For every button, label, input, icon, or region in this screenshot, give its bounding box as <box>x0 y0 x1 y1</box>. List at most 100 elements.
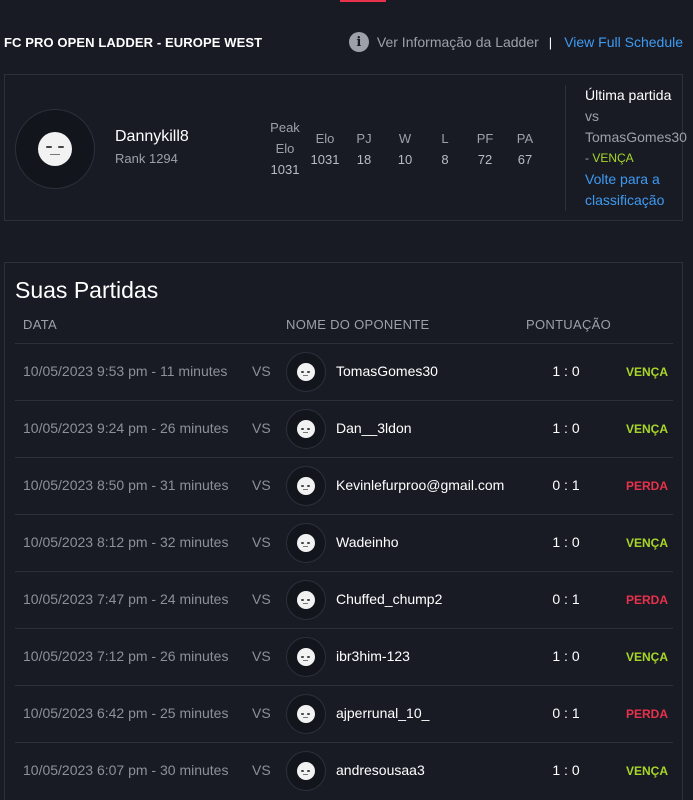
opponent-name[interactable]: Wadeinho <box>336 534 399 550</box>
opponent-name[interactable]: TomasGomes30 <box>336 363 438 379</box>
opponent-avatar[interactable] <box>286 751 326 791</box>
page-header: FC PRO OPEN LADDER - EUROPE WEST i Ver I… <box>4 30 683 54</box>
stat-w-label: W <box>398 131 412 146</box>
profile-divider <box>565 85 566 211</box>
info-icon[interactable]: i <box>348 32 369 52</box>
match-result-badge: VENÇA <box>626 764 669 778</box>
ladder-title: FC PRO OPEN LADDER - EUROPE WEST <box>4 34 263 50</box>
stat-pa-value: 67 <box>517 152 533 167</box>
match-date: 10/05/2023 9:24 pm - 26 minutes <box>23 420 229 436</box>
match-result-badge: PERDA <box>626 479 669 493</box>
opponent-avatar[interactable] <box>286 694 326 734</box>
opponent-name[interactable]: Chuffed_chump2 <box>336 591 442 607</box>
opponent-avatar[interactable] <box>286 580 326 620</box>
avatar-face-icon <box>297 534 315 552</box>
opponent-name[interactable]: ibr3him-123 <box>336 648 410 664</box>
stat-pj-label: PJ <box>356 131 372 146</box>
last-match-panel: Última partida vs TomasGomes30 - VENÇA V… <box>585 85 687 211</box>
stat-peak-elo-label-1: Peak <box>270 120 300 135</box>
match-vs-label: VS <box>252 591 271 607</box>
match-score: 1 : 0 <box>552 420 580 436</box>
stat-l-label: L <box>441 131 449 146</box>
match-vs-label: VS <box>252 762 271 778</box>
stat-peak-elo: Peak Elo 1031 <box>267 117 303 180</box>
match-date: 10/05/2023 8:12 pm - 32 minutes <box>23 534 229 550</box>
match-row[interactable]: 10/05/2023 8:50 pm - 31 minutes VS Kevin… <box>15 457 673 514</box>
column-header-date: DATA <box>23 317 57 332</box>
opponent-name[interactable]: andresousaa3 <box>336 762 425 778</box>
opponent-avatar[interactable] <box>286 637 326 677</box>
match-row[interactable]: 10/05/2023 6:42 pm - 25 minutes VS ajper… <box>15 685 673 742</box>
match-date: 10/05/2023 7:12 pm - 26 minutes <box>23 648 229 664</box>
match-row[interactable]: 10/05/2023 9:24 pm - 26 minutes VS Dan__… <box>15 400 673 457</box>
column-header-opponent: NOME DO OPONENTE <box>286 317 430 332</box>
avatar-face-icon <box>297 420 315 438</box>
avatar-face-icon <box>297 591 315 609</box>
stat-pa-label: PA <box>516 131 534 146</box>
avatar-face-icon <box>38 132 72 166</box>
back-to-standings-link[interactable]: Volte para a classificação <box>585 169 685 211</box>
match-score: 0 : 1 <box>552 477 580 493</box>
stat-pf-value: 72 <box>477 152 493 167</box>
match-vs-label: VS <box>252 648 271 664</box>
match-score: 1 : 0 <box>552 363 580 379</box>
match-row[interactable]: 10/05/2023 7:47 pm - 24 minutes VS Chuff… <box>15 571 673 628</box>
stat-w-value: 10 <box>397 152 413 167</box>
matches-card: Suas Partidas DATA NOME DO OPONENTE PONT… <box>4 262 683 800</box>
avatar-face-icon <box>297 762 315 780</box>
match-row[interactable]: 10/05/2023 7:12 pm - 26 minutes VS ibr3h… <box>15 628 673 685</box>
match-score: 0 : 1 <box>552 591 580 607</box>
player-name: Dannykill8 <box>115 128 189 145</box>
opponent-name[interactable]: Kevinlefurproo@gmail.com <box>336 477 504 493</box>
last-match-vs: vs <box>585 108 599 124</box>
stat-l: L 8 <box>430 128 460 170</box>
stat-elo-label: Elo <box>315 131 335 146</box>
match-result-badge: VENÇA <box>626 422 669 436</box>
column-header-score: PONTUAÇÃO <box>526 317 612 332</box>
avatar-face-icon <box>297 648 315 666</box>
opponent-name[interactable]: ajperrunal_10_ <box>336 705 429 721</box>
match-vs-label: VS <box>252 420 271 436</box>
match-score: 1 : 0 <box>552 534 580 550</box>
matches-list: 10/05/2023 9:53 pm - 11 minutes VS Tomas… <box>15 343 673 799</box>
match-result-badge: VENÇA <box>626 650 669 664</box>
match-result-badge: PERDA <box>626 593 669 607</box>
last-match-result-label: VENÇA <box>592 151 634 165</box>
match-row[interactable]: 10/05/2023 8:12 pm - 32 minutes VS Wadei… <box>15 514 673 571</box>
match-vs-label: VS <box>252 534 271 550</box>
player-profile-card: Dannykill8 Rank 1294 Peak Elo 1031 Elo 1… <box>4 74 687 221</box>
stat-pj: PJ 18 <box>349 128 379 170</box>
match-result-badge: VENÇA <box>626 365 669 379</box>
opponent-avatar[interactable] <box>286 352 326 392</box>
stat-peak-elo-label-2: Elo <box>275 141 295 156</box>
match-score: 0 : 1 <box>552 705 580 721</box>
match-vs-label: VS <box>252 363 271 379</box>
match-date: 10/05/2023 8:50 pm - 31 minutes <box>23 477 229 493</box>
match-row[interactable]: 10/05/2023 6:07 pm - 30 minutes VS andre… <box>15 742 673 799</box>
matches-title: Suas Partidas <box>15 277 159 303</box>
match-vs-label: VS <box>252 705 271 721</box>
opponent-avatar[interactable] <box>286 409 326 449</box>
match-score: 1 : 0 <box>552 648 580 664</box>
stat-peak-elo-value: 1031 <box>270 162 300 177</box>
last-match-result: - VENÇA <box>585 148 685 169</box>
stat-w: W 10 <box>390 128 420 170</box>
ladder-info-link[interactable]: Ver Informação da Ladder <box>377 34 539 50</box>
opponent-name[interactable]: Dan__3ldon <box>336 420 412 436</box>
opponent-avatar[interactable] <box>286 466 326 506</box>
header-separator: | <box>548 34 553 50</box>
match-date: 10/05/2023 9:53 pm - 11 minutes <box>23 363 228 379</box>
player-avatar <box>15 109 95 189</box>
match-vs-label: VS <box>252 477 271 493</box>
player-rank: Rank 1294 <box>115 151 178 166</box>
view-full-schedule-link[interactable]: View Full Schedule <box>564 34 683 50</box>
stat-elo-value: 1031 <box>310 152 340 167</box>
avatar-face-icon <box>297 477 315 495</box>
top-accent-bar <box>340 0 386 2</box>
avatar-face-icon <box>297 363 315 381</box>
stat-pf: PF 72 <box>470 128 500 170</box>
opponent-avatar[interactable] <box>286 523 326 563</box>
match-date: 10/05/2023 6:07 pm - 30 minutes <box>23 762 229 778</box>
match-row[interactable]: 10/05/2023 9:53 pm - 11 minutes VS Tomas… <box>15 343 673 400</box>
stat-pj-value: 18 <box>356 152 372 167</box>
